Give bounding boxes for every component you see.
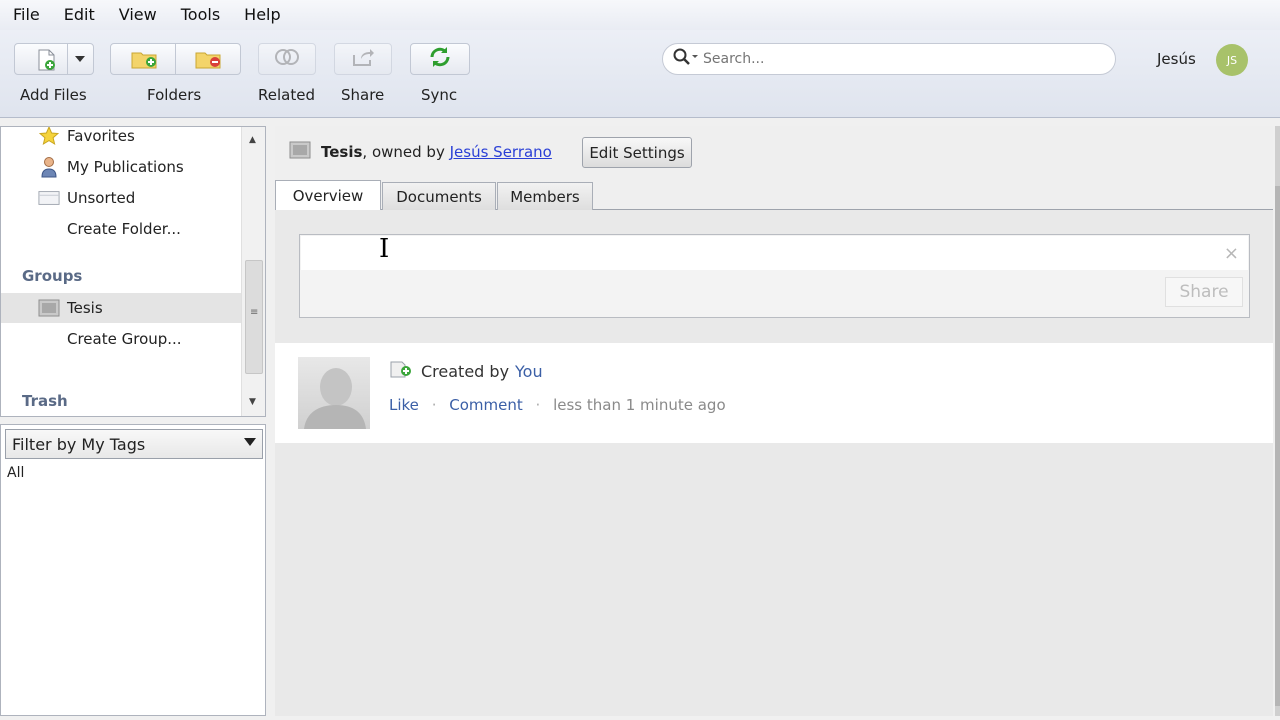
tab-overview[interactable]: Overview <box>275 180 381 210</box>
sync-label: Sync <box>421 86 458 104</box>
document-created-icon <box>389 360 413 382</box>
menu-bar: File Edit View Tools Help <box>0 0 1280 30</box>
scroll-up-arrow-icon[interactable]: ▲ <box>249 135 256 145</box>
activity-actions: Like · Comment · less than 1 minute ago <box>389 396 726 414</box>
tag-filter-select[interactable]: Filter by My Tags <box>5 429 263 459</box>
menu-view[interactable]: View <box>107 0 169 30</box>
post-share-button[interactable]: Share <box>1165 277 1243 307</box>
owned-by-text: , owned by <box>362 143 450 161</box>
menu-help[interactable]: Help <box>232 0 292 30</box>
folders-label: Folders <box>147 86 202 104</box>
related-label: Related <box>258 86 315 104</box>
groups-heading: Groups <box>22 267 83 285</box>
sidebar-item-tesis[interactable]: Tesis <box>1 293 241 323</box>
search-icon[interactable] <box>673 48 699 70</box>
add-file-icon <box>35 49 57 75</box>
add-files-button[interactable] <box>14 43 94 75</box>
related-icon <box>274 48 300 70</box>
actor-link[interactable]: You <box>515 362 543 381</box>
dropdown-arrow-icon <box>244 438 256 446</box>
sidebar-item-my-publications[interactable]: My Publications <box>1 152 241 182</box>
toolbar: Add Files Folders Related Share Sync Sea… <box>0 30 1280 118</box>
close-icon[interactable]: × <box>1224 243 1239 264</box>
main-scrollbar[interactable] <box>1275 126 1280 716</box>
separator-dot: · <box>431 396 437 414</box>
post-box: × Share <box>299 234 1250 318</box>
tab-bar: Overview Documents Members <box>275 180 1273 210</box>
tab-documents[interactable]: Documents <box>382 182 496 210</box>
menu-edit[interactable]: Edit <box>52 0 107 30</box>
menu-file[interactable]: File <box>0 0 52 30</box>
remove-folder-icon[interactable] <box>195 49 223 73</box>
tag-filter-label: Filter by My Tags <box>12 434 146 454</box>
text-cursor-icon: I <box>379 234 390 264</box>
tab-members[interactable]: Members <box>497 182 593 210</box>
add-folder-icon[interactable] <box>131 49 159 73</box>
grip-icon: ≡ <box>250 307 259 318</box>
trash-heading[interactable]: Trash <box>22 392 68 410</box>
group-icon <box>38 297 60 319</box>
menu-tools[interactable]: Tools <box>169 0 232 30</box>
main-scrollbar-thumb[interactable] <box>1275 186 1280 706</box>
like-link[interactable]: Like <box>389 396 419 414</box>
search-box <box>662 43 1116 75</box>
sidebar-scrollbar[interactable]: ▲ ≡ ▼ <box>241 127 265 416</box>
created-by-text: Created by <box>421 361 510 381</box>
avatar-initials: JS <box>1226 53 1238 67</box>
tag-all[interactable]: All <box>7 465 24 481</box>
person-icon <box>38 156 60 178</box>
activity-avatar <box>298 357 370 429</box>
group-name: Tesis <box>321 143 363 161</box>
activity-item: Created by You Like · Comment · less tha… <box>275 343 1273 443</box>
group-overview-panel: Tesis, owned by Jesús Serrano Edit Setti… <box>275 126 1273 716</box>
comment-link[interactable]: Comment <box>449 396 523 414</box>
activity-text: Created by You <box>389 360 543 382</box>
folders-button-group <box>110 43 241 75</box>
activity-timestamp: less than 1 minute ago <box>553 396 726 414</box>
sidebar-item-unsorted[interactable]: Unsorted <box>1 183 241 213</box>
scroll-down-arrow-icon[interactable]: ▼ <box>249 397 256 407</box>
username[interactable]: Jesús <box>1157 50 1196 68</box>
sync-button[interactable] <box>410 43 470 75</box>
edit-settings-button[interactable]: Edit Settings <box>582 137 692 168</box>
post-input[interactable] <box>301 236 1248 270</box>
sidebar-item-create-group[interactable]: Create Group... <box>1 324 241 354</box>
share-label: Share <box>341 86 385 104</box>
group-icon <box>289 140 311 164</box>
related-button[interactable] <box>258 43 316 75</box>
scrollbar-thumb[interactable]: ≡ <box>245 260 263 374</box>
tray-icon <box>38 187 60 209</box>
sync-icon <box>428 45 452 73</box>
separator-dot: · <box>535 396 541 414</box>
library-sidebar: Favorites My Publications Unsorted Creat… <box>0 126 266 417</box>
chevron-down-icon[interactable] <box>75 56 85 62</box>
owner-link[interactable]: Jesús Serrano <box>450 143 552 161</box>
sidebar-item-create-folder[interactable]: Create Folder... <box>1 214 241 244</box>
tag-filter-panel: Filter by My Tags All <box>0 424 266 716</box>
share-icon <box>351 47 375 71</box>
sidebar-item-favorites[interactable]: Favorites <box>1 127 241 151</box>
avatar[interactable]: JS <box>1216 44 1248 76</box>
share-button[interactable] <box>334 43 392 75</box>
overview-content: × Share I Created by You Like · Comment … <box>275 210 1273 716</box>
add-files-label: Add Files <box>20 86 87 104</box>
star-icon <box>38 127 60 147</box>
search-input[interactable] <box>703 51 1083 67</box>
group-title: Tesis, owned by Jesús Serrano <box>321 143 552 161</box>
